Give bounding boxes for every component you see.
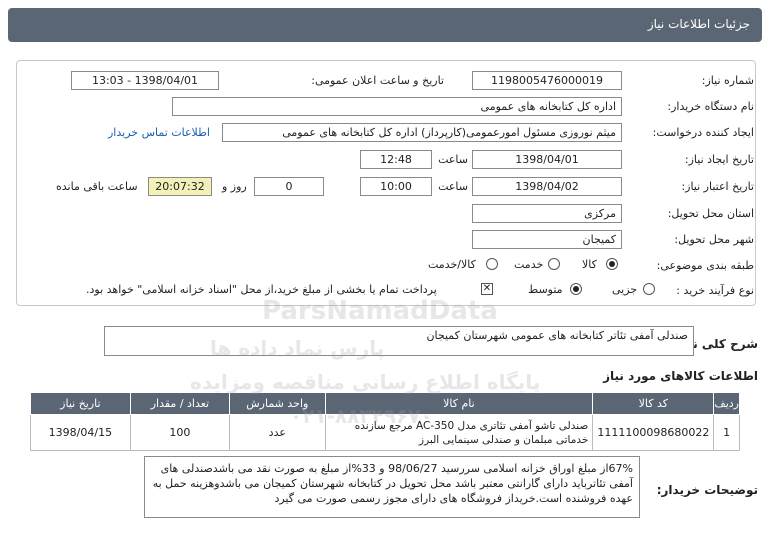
- buyer-desc-label: توضیحات خریدار:: [656, 483, 758, 497]
- process-medium-label: متوسط: [528, 283, 563, 296]
- row-unit: عدد: [229, 414, 326, 451]
- col-name: نام کالا: [324, 392, 594, 415]
- remaining-label: ساعت باقی مانده: [56, 180, 138, 193]
- table-row[interactable]: 1 1111100098680022 صندلی تاشو آمفی تئاتر…: [30, 414, 740, 451]
- buyer-org-field[interactable]: اداره کل کتابخانه های عمومی: [172, 97, 622, 116]
- treasury-payment-note: پرداخت تمام یا بخشی از مبلغ خرید،از محل …: [86, 283, 437, 296]
- watermark-portal: پایگاه اطلاع رسانی مناقصه ومزایده: [190, 370, 541, 394]
- remaining-days-field[interactable]: 0: [254, 177, 324, 196]
- validity-date-field[interactable]: 1398/04/02: [472, 177, 622, 196]
- row-name: صندلی تاشو آمفی تئاتری مدل AC-350 مرجع س…: [324, 414, 594, 451]
- category-goods-label: کالا: [582, 258, 597, 271]
- items-section-title: اطلاعات کالاهای مورد نیاز: [603, 369, 758, 383]
- province-label: استان محل تحویل:: [667, 207, 754, 220]
- process-minor-radio[interactable]: [643, 283, 655, 295]
- col-qty: تعداد / مقدار: [129, 392, 231, 415]
- category-label: طبقه بندی موضوعی:: [656, 259, 754, 272]
- category-goods-service-radio[interactable]: [486, 258, 498, 270]
- row-date: 1398/04/15: [30, 414, 131, 451]
- requester-label: ایجاد کننده درخواست:: [652, 126, 754, 139]
- treasury-payment-checkbox[interactable]: ✕: [481, 283, 493, 295]
- validity-time-label: ساعت: [438, 180, 468, 193]
- validity-date-label: تاریخ اعتبار نیاز:: [681, 180, 754, 193]
- process-medium-radio[interactable]: [570, 283, 582, 295]
- col-index: ردیف: [713, 392, 740, 415]
- process-type-label: نوع فرآیند خرید :: [676, 284, 754, 297]
- items-table-header: ردیف کد کالا نام کالا واحد شمارش تعداد /…: [30, 392, 740, 415]
- created-date-label: تاریخ ایجاد نیاز:: [684, 153, 754, 166]
- row-index: 1: [713, 414, 740, 451]
- page-header: جزئیات اطلاعات نیاز: [8, 8, 762, 42]
- created-time-field[interactable]: 12:48: [360, 150, 432, 169]
- city-label: شهر محل تحویل:: [674, 233, 754, 246]
- category-service-radio[interactable]: [548, 258, 560, 270]
- process-minor-label: جزیی: [612, 283, 638, 296]
- days-label: روز و: [222, 180, 247, 193]
- city-field[interactable]: کمیجان: [472, 230, 622, 249]
- category-goods-radio[interactable]: [606, 258, 618, 270]
- announce-date-label: تاریخ و ساعت اعلان عمومی:: [311, 74, 444, 87]
- col-code: کد کالا: [592, 392, 715, 415]
- category-goods-service-label: کالا/خدمت: [428, 258, 476, 271]
- row-qty: 100: [129, 414, 231, 451]
- buyer-contact-link[interactable]: اطلاعات تماس خریدار: [108, 126, 210, 139]
- need-number-label: شماره نیاز:: [701, 74, 754, 87]
- requester-field[interactable]: میثم نوروزی مسئول امورعمومی(کارپرداز) اد…: [222, 123, 622, 142]
- created-date-field[interactable]: 1398/04/01: [472, 150, 622, 169]
- summary-field[interactable]: صندلی آمفی تئاتر کتابخانه های عمومی شهرس…: [104, 326, 694, 356]
- buyer-desc-field[interactable]: 67%از مبلغ اوراق خزانه اسلامی سررسید 98/…: [144, 456, 640, 518]
- col-unit: واحد شمارش: [229, 392, 326, 415]
- validity-time-field[interactable]: 10:00: [360, 177, 432, 196]
- col-date: تاریخ نیاز: [30, 392, 131, 415]
- need-number-field[interactable]: 1198005476000019: [472, 71, 622, 90]
- buyer-org-label: نام دستگاه خریدار:: [667, 100, 754, 113]
- province-field[interactable]: مرکزی: [472, 204, 622, 223]
- items-table: ردیف کد کالا نام کالا واحد شمارش تعداد /…: [30, 392, 740, 451]
- row-code: 1111100098680022: [592, 414, 715, 451]
- remaining-time-field[interactable]: 20:07:32: [148, 177, 212, 196]
- page-title: جزئیات اطلاعات نیاز: [647, 17, 750, 31]
- created-time-label: ساعت: [438, 153, 468, 166]
- category-service-label: خدمت: [514, 258, 544, 271]
- announce-date-field[interactable]: 1398/04/01 - 13:03: [71, 71, 219, 90]
